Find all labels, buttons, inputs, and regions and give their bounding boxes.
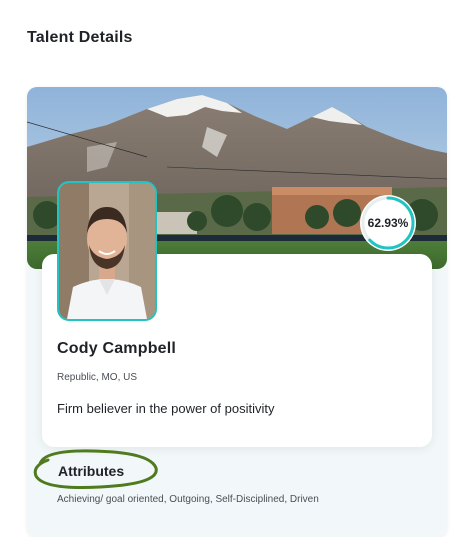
match-score-ring: 62.93% bbox=[359, 194, 417, 252]
talent-name: Cody Campbell bbox=[57, 340, 177, 357]
talent-location: Republic, MO, US bbox=[57, 372, 138, 383]
page-title: Talent Details bbox=[27, 29, 133, 46]
profile-avatar bbox=[57, 181, 157, 321]
talent-tagline: Firm believer in the power of positivity bbox=[57, 401, 275, 416]
match-score-value: 62.93% bbox=[367, 216, 409, 230]
attributes-heading: Attributes bbox=[58, 463, 125, 479]
attributes-list: Achieving/ goal oriented, Outgoing, Self… bbox=[57, 494, 319, 505]
